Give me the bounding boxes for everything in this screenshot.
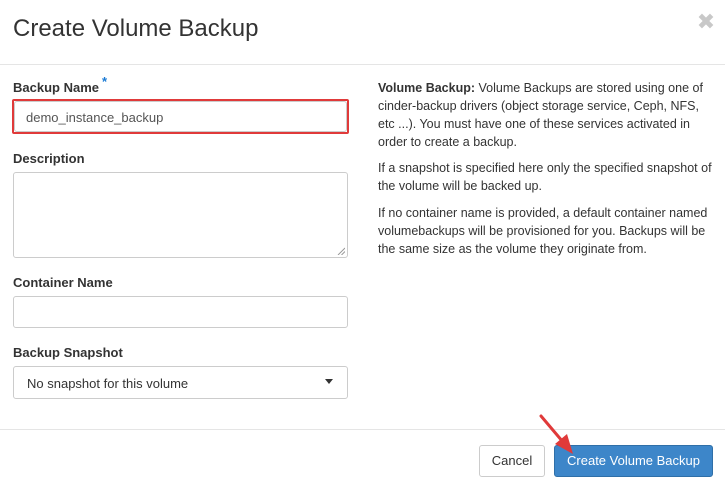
backup-snapshot-select[interactable]: No snapshot for this volume	[13, 366, 348, 399]
help-paragraph-2: If a snapshot is specified here only the…	[378, 161, 712, 193]
backup-snapshot-selected: No snapshot for this volume	[27, 376, 189, 391]
description-label: Description	[13, 151, 85, 166]
help-paragraph-3: If no container name is provided, a defa…	[378, 206, 708, 256]
create-volume-backup-dialog: Create Volume Backup ✖ Backup Name * dem…	[0, 0, 725, 490]
annotation-arrow-icon	[539, 414, 573, 454]
footer-divider	[0, 429, 725, 430]
backup-name-highlight-box	[12, 99, 349, 134]
description-textarea[interactable]	[13, 172, 348, 258]
chevron-down-icon	[325, 379, 333, 384]
backup-snapshot-label: Backup Snapshot	[13, 345, 123, 360]
required-asterisk: *	[102, 74, 108, 89]
container-name-label: Container Name	[13, 275, 113, 290]
container-name-input[interactable]	[13, 296, 348, 328]
help-heading: Volume Backup:	[378, 81, 476, 95]
backup-name-label: Backup Name	[13, 80, 99, 95]
resize-grip-icon[interactable]	[337, 247, 345, 255]
help-volume-backup: Volume Backup: Volume Backups are stored…	[378, 79, 713, 151]
close-icon[interactable]: ✖	[696, 12, 716, 34]
modal-header: Create Volume Backup ✖	[0, 0, 725, 65]
modal-title: Create Volume Backup	[13, 15, 259, 42]
